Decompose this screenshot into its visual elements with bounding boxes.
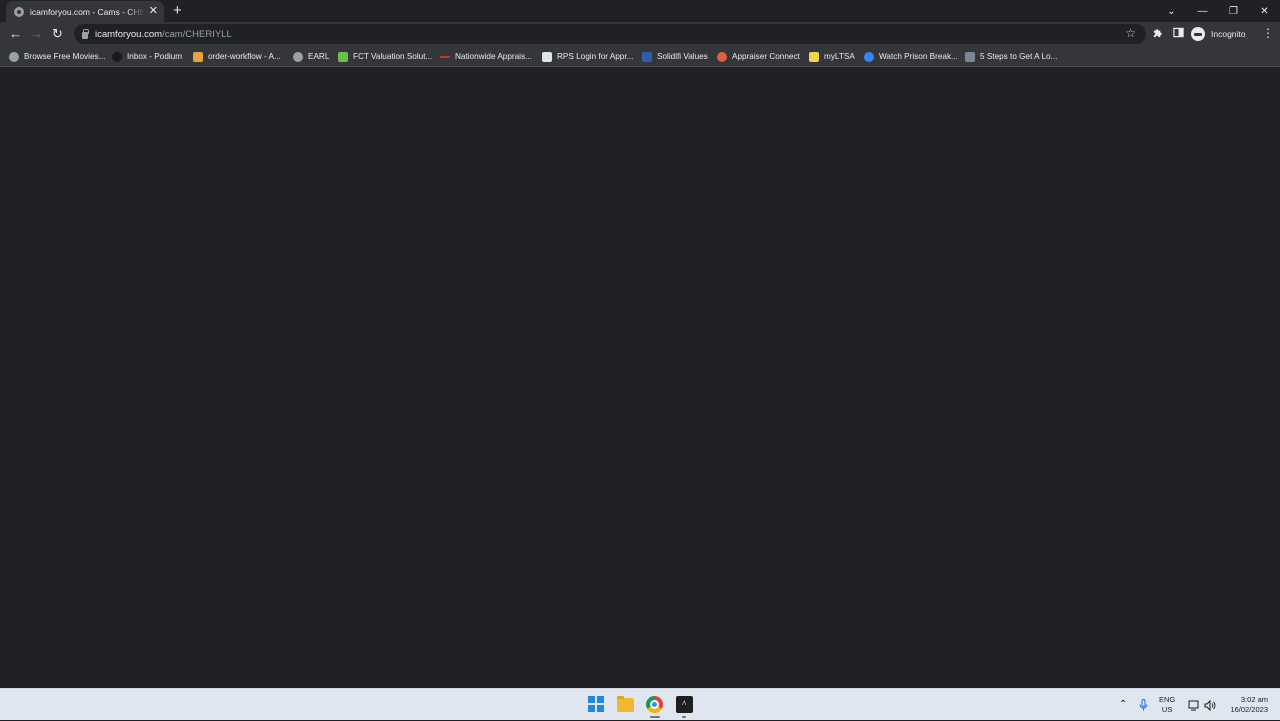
podium-icon xyxy=(112,51,122,62)
incognito-icon xyxy=(1191,27,1205,41)
language-indicator[interactable]: ENG US xyxy=(1159,689,1175,721)
tab-search-button[interactable]: ⌄ xyxy=(1156,6,1187,17)
file-explorer-icon[interactable] xyxy=(617,696,634,712)
bookmark-item[interactable]: Nationwide Apprais... xyxy=(440,50,532,63)
incognito-indicator[interactable]: Incognito xyxy=(1191,25,1246,43)
solidifi-icon xyxy=(642,51,652,62)
extensions-icon[interactable] xyxy=(1152,27,1163,41)
restore-button[interactable]: ❐ xyxy=(1218,6,1249,17)
page-content[interactable] xyxy=(0,68,1280,688)
windows-taskbar: ⁄\ ⌃ ENG US 3:02 am 16/02/2023 xyxy=(0,688,1280,720)
bookmark-item[interactable]: 5 Steps to Get A Lo... xyxy=(965,50,1057,63)
menu-icon[interactable]: ⋮ xyxy=(1262,26,1274,40)
region-code: US xyxy=(1161,705,1173,714)
back-button[interactable]: ← xyxy=(9,26,22,41)
document-icon xyxy=(542,51,552,62)
browser-toolbar: ← → ↻ icamforyou.com/cam/CHERIYLL ☆ Inco… xyxy=(0,22,1280,46)
fct-icon xyxy=(338,51,348,62)
bookmark-item[interactable]: RPS Login for Appr... xyxy=(542,50,633,63)
volume-icon[interactable] xyxy=(1204,689,1216,721)
appraiser-icon xyxy=(717,51,727,62)
running-app-indicator xyxy=(682,716,686,718)
bookmark-item[interactable]: Solidifi Values xyxy=(642,50,708,63)
bookmark-item[interactable]: Browse Free Movies... xyxy=(9,50,105,63)
side-panel-icon[interactable] xyxy=(1173,27,1184,41)
bookmark-item[interactable]: Appraiser Connect xyxy=(717,50,800,63)
tab-title: icamforyou.com - Cams - CHERIYLL xyxy=(30,6,145,17)
forward-button[interactable]: → xyxy=(30,26,43,41)
bookmark-item[interactable]: Inbox - Podium xyxy=(112,50,182,63)
lang-code: ENG xyxy=(1159,695,1176,704)
globe-icon xyxy=(14,6,24,17)
tab-active[interactable]: icamforyou.com - Cams - CHERIYLL ✕ xyxy=(6,1,164,22)
clock-date: 16/02/2023 xyxy=(1230,705,1268,714)
bookmark-item[interactable]: EARL xyxy=(293,50,329,63)
workflow-icon xyxy=(193,51,203,62)
url-host: icamforyou.com xyxy=(95,28,163,40)
bookmark-item[interactable]: order-workflow - A... xyxy=(193,50,281,63)
incognito-label: Incognito xyxy=(1211,29,1246,39)
reload-button[interactable]: ↻ xyxy=(52,26,63,41)
chrome-icon[interactable] xyxy=(646,696,663,713)
bookmark-star-icon[interactable]: ☆ xyxy=(1125,26,1136,40)
new-tab-button[interactable]: + xyxy=(173,3,182,18)
network-icon[interactable] xyxy=(1188,689,1200,721)
tray-overflow-icon[interactable]: ⌃ xyxy=(1119,689,1127,721)
bookmark-item[interactable]: FCT Valuation Solut... xyxy=(338,50,432,63)
steps-icon xyxy=(965,51,975,62)
tab-strip: icamforyou.com - Cams - CHERIYLL ✕ + ⌄ —… xyxy=(0,0,1280,22)
close-window-button[interactable]: ✕ xyxy=(1249,6,1280,17)
bookmark-item[interactable]: Watch Prison Break... xyxy=(864,50,958,63)
ltsa-icon xyxy=(809,51,819,62)
terminal-icon[interactable]: ⁄\ xyxy=(676,696,693,713)
bookmarks-bar: Browse Free Movies... Inbox - Podium ord… xyxy=(0,46,1280,67)
lock-icon[interactable] xyxy=(82,28,89,39)
active-app-indicator xyxy=(650,716,660,718)
window-controls: ⌄ — ❐ ✕ xyxy=(1156,0,1280,22)
globe-icon xyxy=(293,51,303,62)
globe-icon xyxy=(9,51,19,62)
nationwide-icon xyxy=(440,55,450,58)
microphone-icon[interactable] xyxy=(1139,689,1148,721)
clock-time: 3:02 am xyxy=(1240,695,1268,704)
bookmark-item[interactable]: myLTSA xyxy=(809,50,855,63)
close-tab-icon[interactable]: ✕ xyxy=(149,6,158,17)
play-icon xyxy=(864,51,874,62)
url-path: /cam/CHERIYLL xyxy=(162,28,232,40)
clock[interactable]: 3:02 am 16/02/2023 xyxy=(1224,689,1268,721)
windows-start-icon[interactable] xyxy=(588,696,605,713)
address-bar[interactable]: icamforyou.com/cam/CHERIYLL ☆ xyxy=(74,24,1146,44)
minimize-button[interactable]: — xyxy=(1187,6,1218,17)
